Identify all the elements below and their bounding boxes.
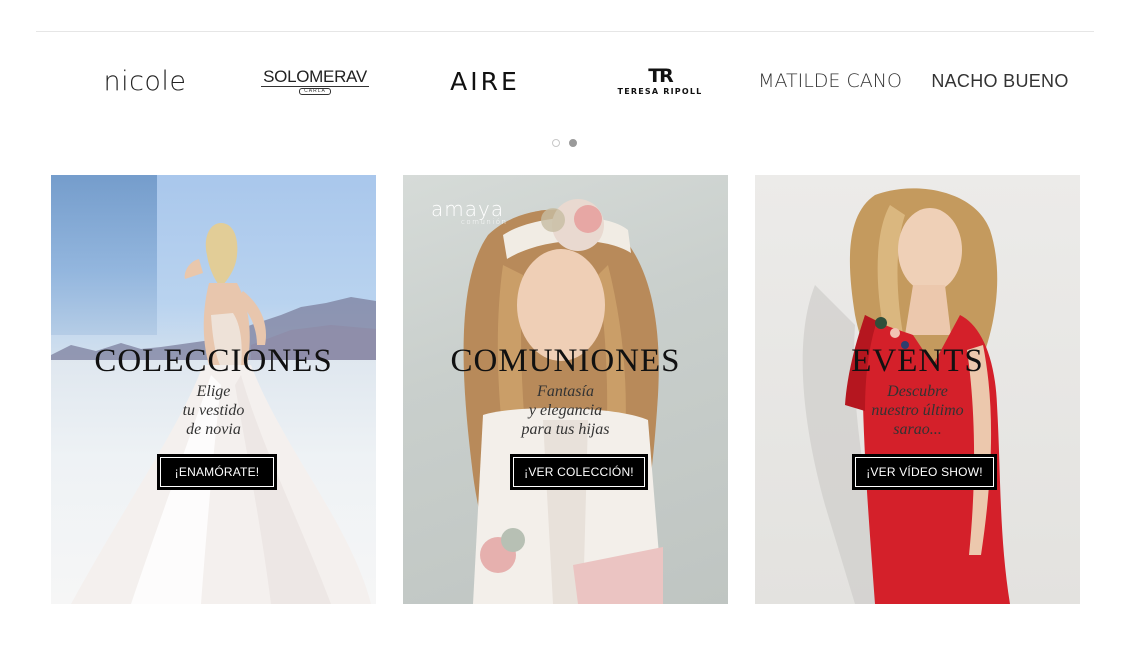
brand-logo-matilde-cano[interactable]: MATILDE CANO [755, 55, 905, 107]
enamorate-button[interactable]: ¡ENAMÓRATE! [157, 454, 277, 490]
brand-nacho-text: NACHO BUENO [931, 70, 1069, 91]
ver-video-show-button[interactable]: ¡VER VÍDEO SHOW! [852, 454, 997, 490]
brand-logo-nacho-bueno[interactable]: NACHO BUENO [930, 55, 1070, 107]
brand-carousel: nicole SOLOMERAV CARLA AIRE TR TERESA RI… [50, 55, 1080, 107]
header-divider [36, 31, 1094, 32]
card-events-subtitle: Descubre nuestro último sarao... [871, 383, 964, 438]
brand-solomerav-text: SOLOMERAV [261, 66, 369, 87]
card-colecciones-title: COLECCIONES [94, 343, 333, 379]
brand-logo-teresa-ripoll[interactable]: TR TERESA RIPOLL [615, 55, 705, 107]
brand-teresa-monogram: TR [648, 65, 674, 87]
brand-teresa-name: TERESA RIPOLL [617, 87, 703, 96]
card-events[interactable]: EVENTS Descubre nuestro último sarao... … [755, 175, 1080, 604]
card-colecciones[interactable]: COLECCIONES Elige tu vestido de novia ¡E… [51, 175, 376, 604]
card-events-title: EVENTS [851, 343, 984, 379]
brand-logo-solomerav[interactable]: SOLOMERAV CARLA [261, 55, 369, 107]
card-colecciones-subtitle: Elige tu vestido de novia [182, 383, 245, 438]
brand-logo-nicole[interactable]: nicole [80, 55, 210, 107]
carousel-pagination [551, 139, 581, 149]
brand-aire-text: AIRE [450, 66, 520, 96]
brand-nicole-text: nicole [103, 65, 187, 97]
carousel-dot-2-active[interactable] [569, 139, 577, 147]
ver-coleccion-button[interactable]: ¡VER COLECCIÓN! [510, 454, 648, 490]
card-comuniones-title: COMUNIONES [450, 343, 681, 379]
brand-logo-aire[interactable]: AIRE [435, 55, 535, 107]
card-comuniones-subtitle: Fantasía y elegancia para tus hijas [521, 383, 610, 438]
carousel-dot-1[interactable] [552, 139, 560, 147]
brand-matilde-text: MATILDE CANO [758, 70, 902, 92]
card-comuniones[interactable]: amaya comunión COMUNIONES Fantasía y ele… [403, 175, 728, 604]
amaya-logo: amaya comunión [431, 197, 508, 226]
amaya-logo-subtext: comunión [461, 218, 508, 226]
brand-solomerav-subtext: CARLA [299, 87, 331, 95]
